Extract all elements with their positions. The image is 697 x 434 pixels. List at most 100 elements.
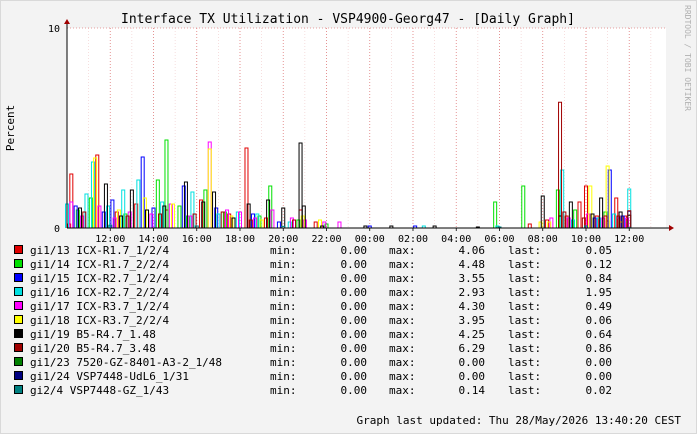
legend-row: gi1/19 B5-R4.7_1.48 min: 0.00 max: 4.25 last:… <box>14 328 613 341</box>
legend-min-label: min: <box>270 314 297 327</box>
legend-row: gi1/16 ICX-R2.7_2/2/4 min: 0.00 max: 2.93 las… <box>14 286 612 299</box>
legend-last-value: 0.06 <box>586 314 613 327</box>
legend-max-label: max: <box>389 244 416 257</box>
legend-row: gi1/20 B5-R4.7_3.48 min: 0.00 max: 6.29 last:… <box>14 342 613 355</box>
legend-last-label: last: <box>508 314 541 327</box>
legend-min-label: min: <box>270 370 297 383</box>
legend-max-label: max: <box>389 258 416 271</box>
legend-series-name: gi1/15 ICX-R2.7_1/2/4 <box>30 272 169 285</box>
legend-last-label: last: <box>508 328 541 341</box>
legend-min-value: 0.00 <box>341 370 368 383</box>
legend-swatch <box>14 259 23 268</box>
legend-swatch <box>14 371 23 380</box>
legend-min-label: min: <box>270 384 297 397</box>
legend-max-label: max: <box>389 272 416 285</box>
legend-series-name: gi1/13 ICX-R1.7_1/2/4 <box>30 244 169 257</box>
legend-max-value: 2.93 <box>459 286 486 299</box>
x-tick-label: 18:00 <box>225 234 255 245</box>
legend-series-name: gi1/19 B5-R4.7_1.48 <box>30 328 156 341</box>
legend-last-value: 0.00 <box>586 370 613 383</box>
legend-last-value: 0.49 <box>586 300 613 313</box>
legend-series-name: gi1/14 ICX-R1.7_2/2/4 <box>30 258 169 271</box>
y-tick-label: 0 <box>54 224 60 235</box>
legend-min-value: 0.00 <box>341 300 368 313</box>
legend-min-value: 0.00 <box>341 314 368 327</box>
legend-max-value: 4.30 <box>459 300 486 313</box>
legend-last-label: last: <box>508 286 541 299</box>
y-axis-label: Percent <box>4 105 17 151</box>
interface-tx-chart: Interface TX Utilization - VSP4900-Georg… <box>4 5 692 427</box>
legend-row: gi2/4 VSP7448-GZ_1/43 min: 0.00 max: 0.14 las… <box>14 384 613 397</box>
legend-max-label: max: <box>389 286 416 299</box>
legend-row: gi1/17 ICX-R3.7_1/2/4 min: 0.00 max: 4.30 las… <box>14 300 613 313</box>
legend-row: gi1/18 ICX-R3.7_2/2/4 min: 0.00 max: 3.95 las… <box>14 314 613 327</box>
legend-max-label: max: <box>389 384 416 397</box>
legend-last-value: 0.64 <box>586 328 613 341</box>
legend-last-label: last: <box>508 370 541 383</box>
legend-min-value: 0.00 <box>341 342 368 355</box>
legend-last-value: 0.02 <box>586 384 613 397</box>
legend-max-label: max: <box>389 342 416 355</box>
legend-max-value: 4.25 <box>459 328 486 341</box>
legend-row: gi1/24 VSP7448-UdL6_1/31 min: 0.00 max: 0.00… <box>14 370 613 383</box>
x-tick-labels: 12:00 14:00 16:00 18:00 20:00 22:00 00:00 02:00… <box>95 228 644 245</box>
legend-last-value: 0.00 <box>586 356 613 369</box>
legend-max-value: 0.00 <box>459 370 486 383</box>
x-axis-arrow <box>669 225 674 231</box>
legend-min-label: min: <box>270 356 297 369</box>
legend-min-label: min: <box>270 300 297 313</box>
legend: gi1/13 ICX-R1.7_1/2/4 min: 0.00 max: 4.06 las… <box>14 244 613 397</box>
legend-min-label: min: <box>270 328 297 341</box>
legend-swatch <box>14 357 23 366</box>
legend-last-label: last: <box>508 342 541 355</box>
legend-swatch <box>14 385 23 394</box>
legend-last-label: last: <box>508 356 541 369</box>
legend-last-label: last: <box>508 300 541 313</box>
legend-last-label: last: <box>508 384 541 397</box>
y-tick-labels: 0 10 <box>48 24 60 235</box>
legend-min-value: 0.00 <box>341 356 368 369</box>
legend-series-name: gi1/17 ICX-R3.7_1/2/4 <box>30 300 169 313</box>
legend-min-label: min: <box>270 272 297 285</box>
legend-row: gi1/23 7520-GZ-8401-A3-2_1/48 min: 0.00 max… <box>14 356 613 369</box>
last-updated-text: Graph last updated: Thu 28/May/2026 13:4… <box>356 414 681 427</box>
legend-max-value: 0.00 <box>459 356 486 369</box>
legend-max-label: max: <box>389 300 416 313</box>
x-tick-label: 16:00 <box>182 234 212 245</box>
legend-swatch <box>14 329 23 338</box>
legend-max-label: max: <box>389 370 416 383</box>
legend-row: gi1/15 ICX-R2.7_1/2/4 min: 0.00 max: 3.55 las… <box>14 272 613 285</box>
legend-series-name: gi2/4 VSP7448-GZ_1/43 <box>30 384 169 397</box>
legend-series-name: gi1/20 B5-R4.7_3.48 <box>30 342 156 355</box>
legend-swatch <box>14 343 23 352</box>
legend-max-label: max: <box>389 356 416 369</box>
x-tick-label: 12:00 <box>614 234 644 245</box>
legend-last-label: last: <box>508 258 541 271</box>
y-axis-arrow <box>64 19 70 24</box>
legend-swatch <box>14 315 23 324</box>
legend-min-label: min: <box>270 286 297 299</box>
legend-max-value: 6.29 <box>459 342 486 355</box>
legend-min-label: min: <box>270 258 297 271</box>
plot-area <box>67 28 666 228</box>
legend-last-value: 0.84 <box>586 272 613 285</box>
legend-max-value: 3.95 <box>459 314 486 327</box>
legend-row: gi1/14 ICX-R1.7_2/2/4 min: 0.00 max: 4.48 las… <box>14 258 613 271</box>
legend-last-value: 0.12 <box>586 258 613 271</box>
legend-series-name: gi1/23 7520-GZ-8401-A3-2_1/48 <box>30 356 222 369</box>
chart-title: Interface TX Utilization - VSP4900-Georg… <box>121 12 575 27</box>
legend-min-value: 0.00 <box>341 244 368 257</box>
legend-last-value: 0.05 <box>586 244 613 257</box>
legend-last-label: last: <box>508 244 541 257</box>
legend-series-name: gi1/18 ICX-R3.7_2/2/4 <box>30 314 169 327</box>
y-tick-label: 10 <box>48 24 60 35</box>
legend-max-value: 3.55 <box>459 272 486 285</box>
legend-swatch <box>14 273 23 282</box>
legend-min-label: min: <box>270 342 297 355</box>
legend-last-value: 0.86 <box>586 342 613 355</box>
legend-series-name: gi1/24 VSP7448-UdL6_1/31 <box>30 370 189 383</box>
legend-max-value: 4.06 <box>459 244 486 257</box>
legend-swatch <box>14 287 23 296</box>
legend-last-label: last: <box>508 272 541 285</box>
legend-swatch <box>14 245 23 254</box>
